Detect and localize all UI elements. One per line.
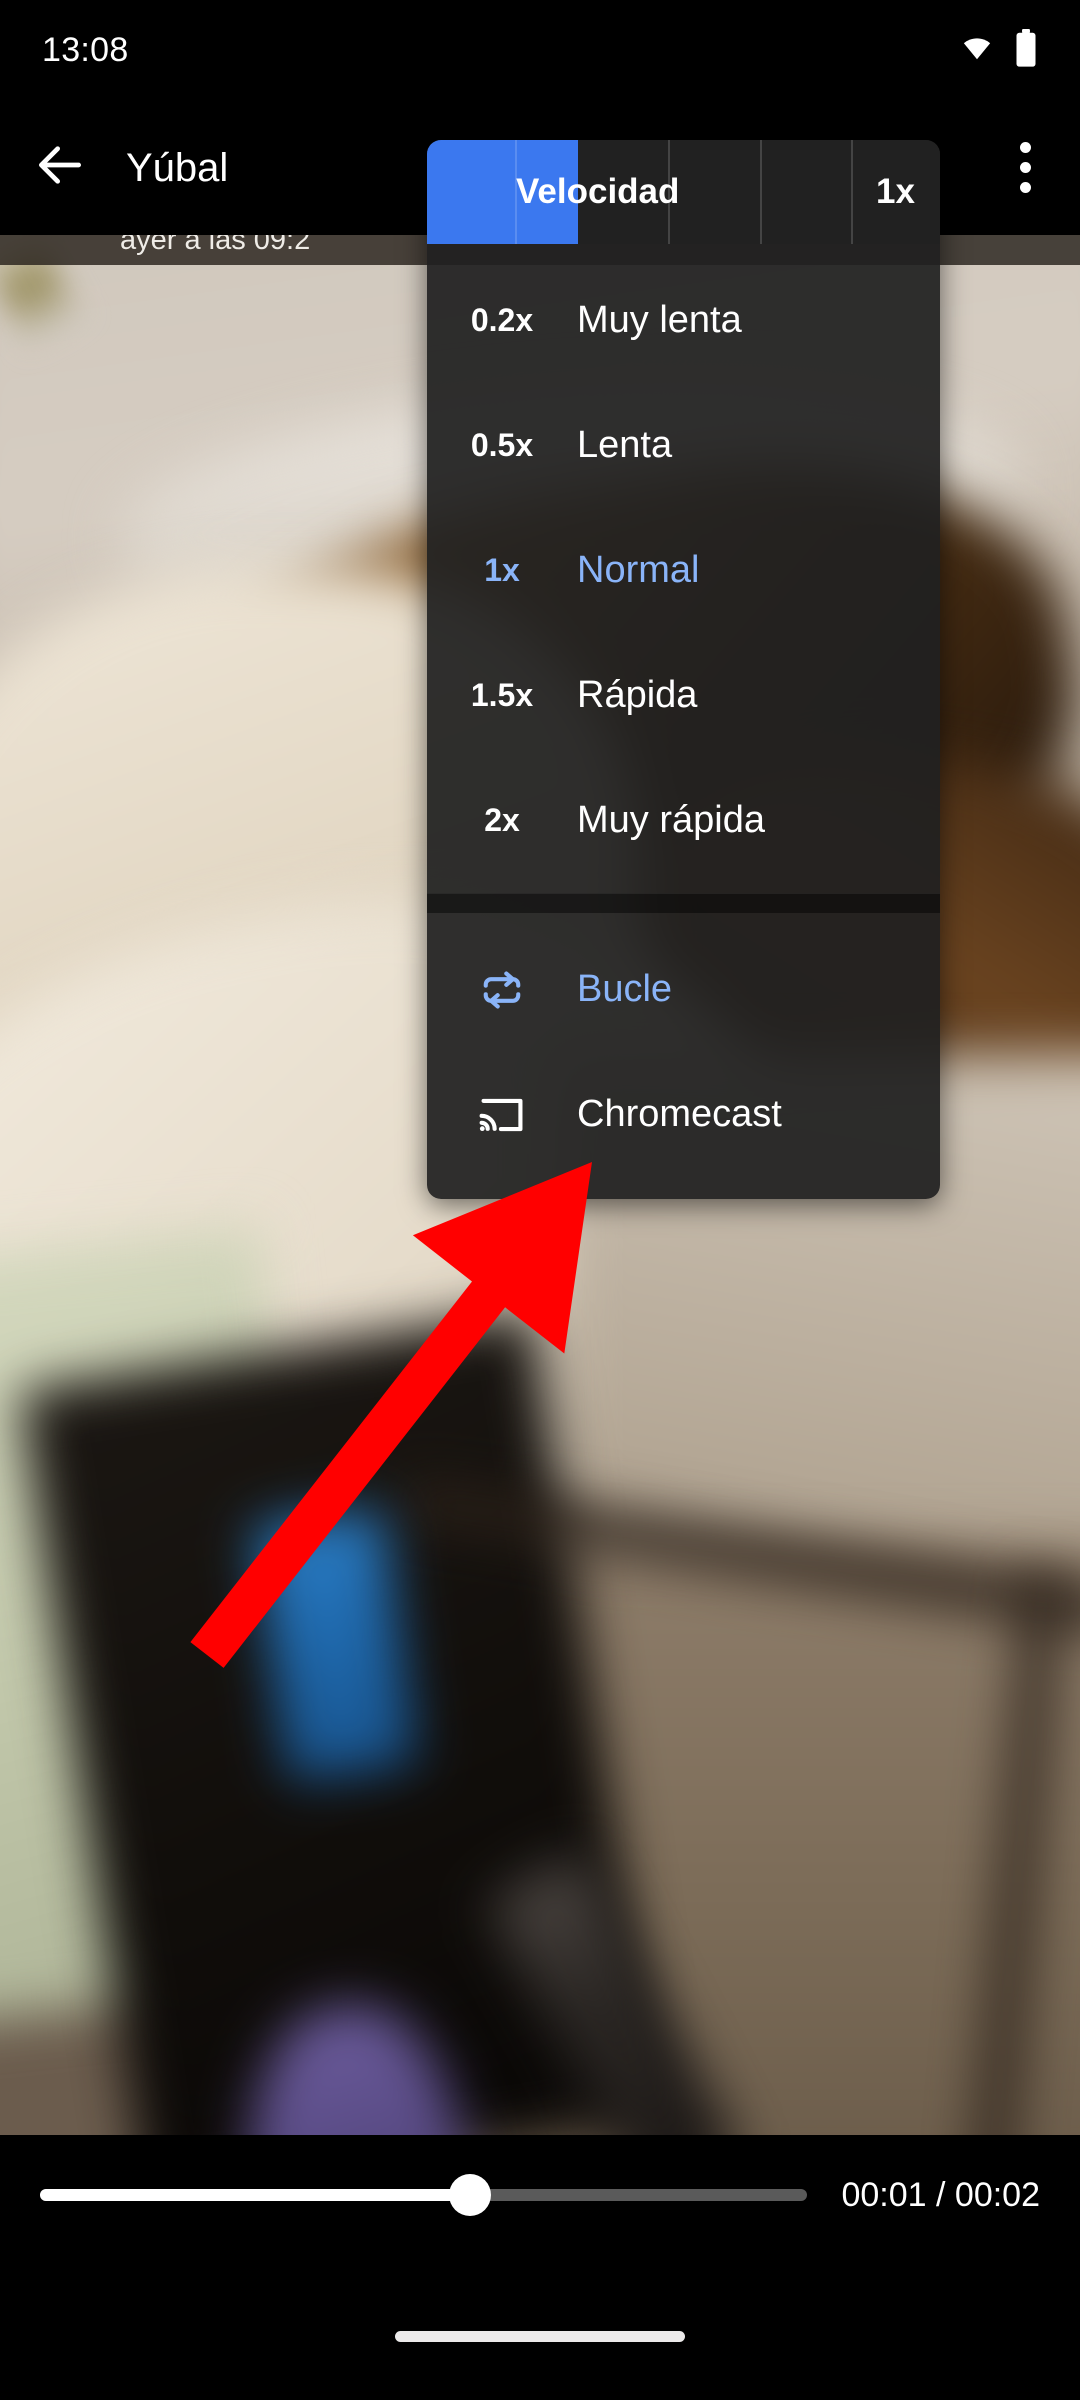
seek-thumb[interactable] <box>448 2174 491 2216</box>
header-separator <box>760 140 762 244</box>
arrow-left-icon <box>32 137 88 198</box>
overflow-menu-button[interactable] <box>970 100 1080 235</box>
speed-option-label: Normal <box>577 549 700 591</box>
more-vert-icon <box>1019 142 1031 193</box>
home-gesture-bar[interactable] <box>395 2331 685 2342</box>
phone-screen: 13:08 Yúbal ayer a las 09:2 Velocidad 1x… <box>0 0 1080 2400</box>
seek-progress <box>40 2189 470 2201</box>
speed-option-2x[interactable]: 2x Muy rápida <box>427 758 940 883</box>
status-clock: 13:08 <box>42 30 129 69</box>
speed-options-list: 0.2x Muy lenta 0.5x Lenta 1x Normal 1.5x… <box>427 244 940 893</box>
speed-option-label: Rápida <box>577 674 698 716</box>
menu-item-label: Bucle <box>577 968 673 1010</box>
player-controls-bar: 00:01 / 00:02 <box>0 2135 1080 2400</box>
speed-option-1x[interactable]: 1x Normal <box>427 508 940 633</box>
menu-item-label: Chromecast <box>577 1093 782 1135</box>
speed-option-0.2x[interactable]: 0.2x Muy lenta <box>427 258 940 383</box>
menu-item-chromecast[interactable]: Chromecast <box>427 1052 940 1177</box>
cast-icon <box>427 1089 577 1141</box>
speed-option-label: Lenta <box>577 424 673 466</box>
speed-option-label: Muy lenta <box>577 299 742 341</box>
current-speed-value: 1x <box>876 172 915 211</box>
status-icon-group <box>958 28 1038 72</box>
time-label: 00:01 / 00:02 <box>841 2175 1040 2214</box>
seek-bar[interactable] <box>40 2174 808 2216</box>
speed-option-rate: 0.2x <box>470 302 534 338</box>
speed-option-rate: 1.5x <box>470 677 534 713</box>
loop-icon <box>427 964 577 1016</box>
menu-extras-list: Bucle Chromecast <box>427 913 940 1199</box>
speed-option-rate: 0.5x <box>470 427 534 463</box>
speed-popup-menu[interactable]: Velocidad 1x 0.2x Muy lenta 0.5x Lenta 1… <box>427 140 940 1199</box>
speed-option-rate: 2x <box>484 802 520 838</box>
menu-item-loop[interactable]: Bucle <box>427 927 940 1052</box>
wifi-icon <box>958 33 996 68</box>
speed-option-label: Muy rápida <box>577 799 765 841</box>
speed-option-0.5x[interactable]: 0.5x Lenta <box>427 383 940 508</box>
back-button[interactable] <box>0 100 120 235</box>
menu-divider <box>427 893 940 913</box>
speed-option-1.5x[interactable]: 1.5x Rápida <box>427 633 940 758</box>
speed-menu-title: Velocidad <box>516 172 680 211</box>
seek-row: 00:01 / 00:02 <box>0 2135 1080 2255</box>
speed-menu-header[interactable]: Velocidad 1x <box>427 140 940 244</box>
battery-icon <box>1014 28 1038 72</box>
speed-option-rate: 1x <box>484 552 520 588</box>
status-bar: 13:08 <box>0 0 1080 100</box>
